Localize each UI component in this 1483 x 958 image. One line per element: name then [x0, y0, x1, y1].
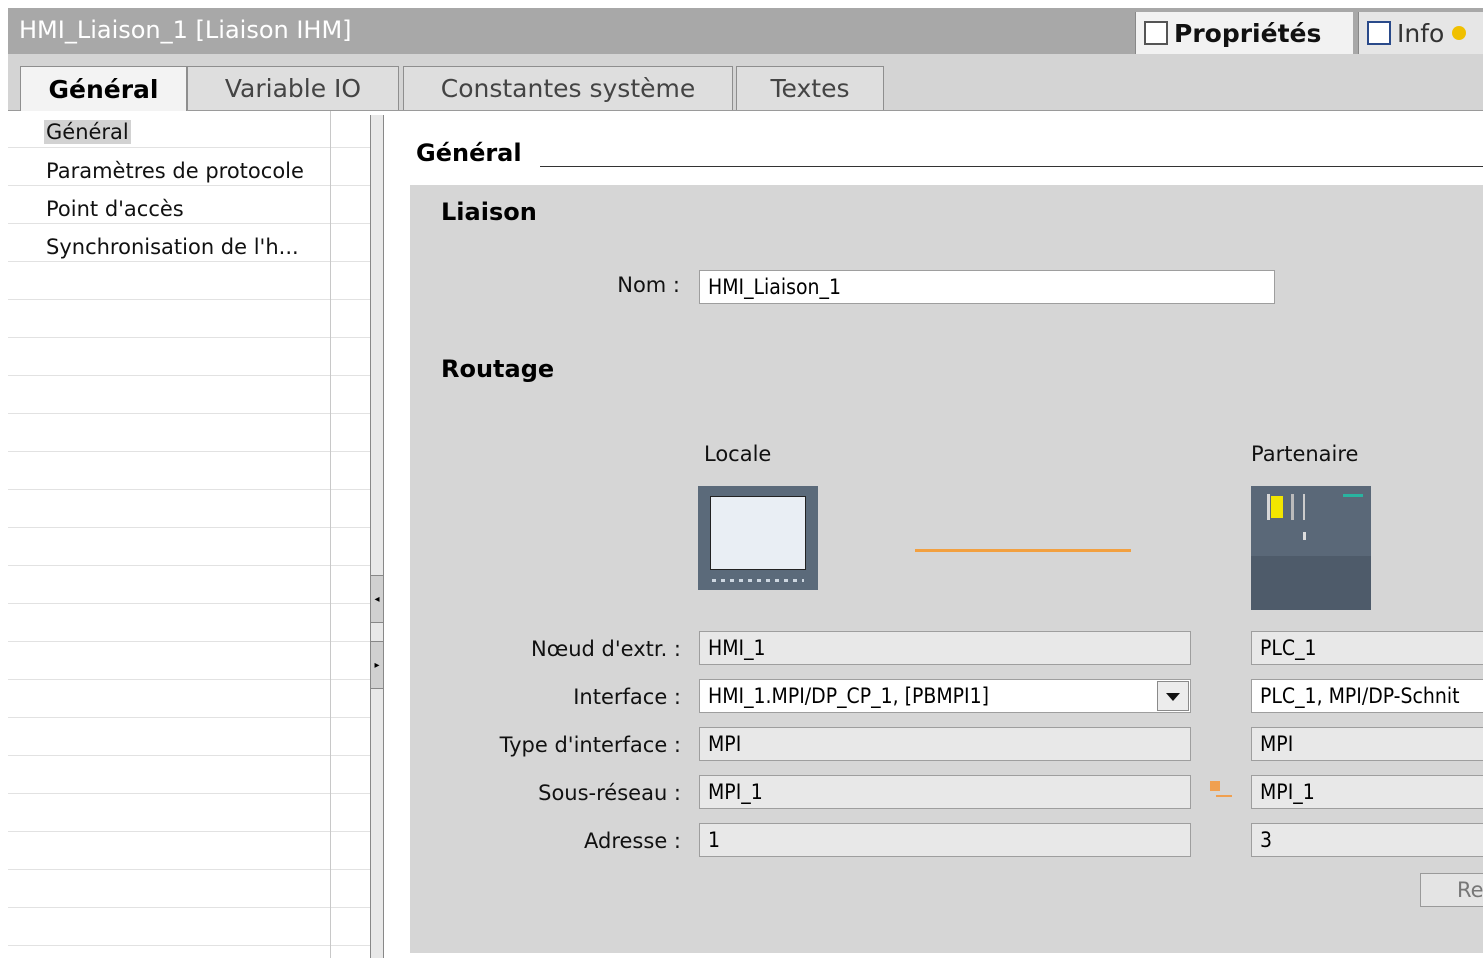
nav-item-access-point[interactable]: Point d'accès [46, 197, 184, 221]
routage-heading: Routage [441, 355, 555, 383]
tab-properties-label: Propriétés [1174, 18, 1322, 48]
window-title: HMI_Liaison_1 [Liaison IHM] [19, 16, 352, 44]
nav-item-time-sync[interactable]: Synchronisation de l'h... [46, 235, 299, 259]
local-subnet-field: MPI_1 [699, 775, 1191, 809]
hmi-screen [710, 496, 806, 570]
name-label: Nom : [617, 273, 680, 297]
routing-button[interactable]: Re [1420, 873, 1483, 907]
diagnostics-icon [1452, 26, 1467, 40]
properties-icon [1144, 21, 1168, 45]
liaison-heading: Liaison [441, 198, 537, 226]
interface-label: Interface : [573, 685, 681, 709]
tab-strip: Général Variable IO Constantes système T… [8, 54, 1483, 111]
chevron-down-icon[interactable] [1157, 681, 1189, 711]
tab-texts[interactable]: Textes [736, 66, 884, 110]
local-address-field: 1 [699, 823, 1191, 857]
tab-system-constants[interactable]: Constantes système [403, 66, 733, 110]
hmi-device-icon [698, 486, 818, 590]
nav-item-general[interactable]: Général [44, 120, 131, 144]
tab-info-label: Info [1397, 18, 1445, 48]
partner-interface-type-field: MPI [1251, 727, 1483, 761]
info-icon [1367, 21, 1391, 45]
interface-type-label: Type d'interface : [499, 733, 681, 757]
subnet-label: Sous-réseau : [538, 781, 681, 805]
tab-variable-io[interactable]: Variable IO [187, 66, 399, 110]
collapse-left-arrow-icon[interactable]: ◂ [371, 575, 383, 623]
name-input[interactable]: HMI_Liaison_1 [699, 270, 1275, 304]
tab-general[interactable]: Général [20, 66, 187, 111]
content-area: Général Liaison Nom : HMI_Liaison_1 Rout… [384, 111, 1483, 958]
tab-properties[interactable]: Propriétés [1135, 12, 1353, 54]
subnet-link-icon [1210, 781, 1232, 801]
tab-info[interactable]: Info [1358, 12, 1483, 54]
navigation-panel: Général Paramètres de protocole Point d'… [8, 111, 370, 958]
local-interface-select[interactable]: HMI_1.MPI/DP_CP_1, [PBMPI1] [699, 679, 1191, 713]
partner-subnet-field: MPI_1 [1251, 775, 1483, 809]
panel-splitter[interactable]: ◂ ▸ [370, 115, 384, 958]
inspector-title-bar: HMI_Liaison_1 [Liaison IHM] Propriétés I… [8, 8, 1483, 54]
nav-divider [330, 111, 331, 958]
local-header: Locale [704, 442, 772, 466]
plc-device-icon [1251, 486, 1371, 610]
partner-header: Partenaire [1251, 442, 1359, 466]
nav-item-protocol-parameters[interactable]: Paramètres de protocole [46, 159, 304, 183]
local-interface-type-field: MPI [699, 727, 1191, 761]
local-node-field: HMI_1 [699, 631, 1191, 665]
connection-line [915, 549, 1131, 552]
section-divider [540, 166, 1483, 167]
partner-interface-field[interactable]: PLC_1, MPI/DP-Schnit [1251, 679, 1483, 713]
expand-right-arrow-icon[interactable]: ▸ [371, 641, 383, 689]
section-title: Général [416, 139, 522, 167]
node-label: Nœud d'extr. : [531, 637, 681, 661]
partner-address-field: 3 [1251, 823, 1483, 857]
partner-node-field: PLC_1 [1251, 631, 1483, 665]
address-label: Adresse : [584, 829, 681, 853]
